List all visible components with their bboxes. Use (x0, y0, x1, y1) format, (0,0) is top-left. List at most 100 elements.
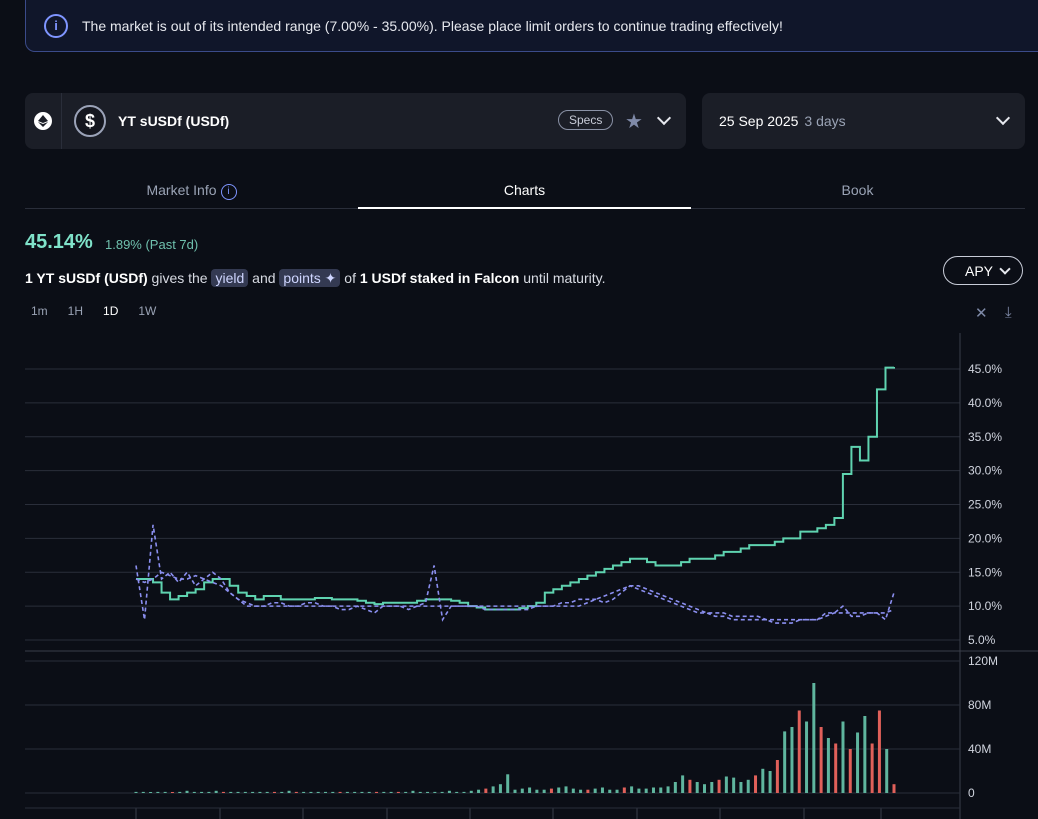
chevron-down-icon (999, 262, 1011, 275)
volume-bar (761, 768, 765, 793)
current-apy: 45.14% (25, 231, 93, 253)
volume-bar (710, 782, 714, 793)
volume-bar (280, 791, 284, 793)
y-tick-label: 5.0% (968, 633, 996, 647)
y-tick-label: 45.0% (968, 362, 1002, 376)
volume-bar (724, 776, 728, 793)
market-selector[interactable]: $ YT sUSDf (USDf) Specs ★ (25, 93, 686, 149)
metric-selector[interactable]: APY (943, 256, 1023, 285)
volume-bar (141, 791, 145, 793)
volume-bar (221, 791, 225, 793)
y-tick-label: 0 (968, 786, 975, 800)
interval-1w[interactable]: 1W (138, 304, 156, 318)
volume-bar (746, 779, 750, 793)
volume-bar (775, 760, 779, 793)
desc-underlying: 1 USDf staked in Falcon (359, 270, 520, 286)
y-tick-label: 120M (968, 654, 998, 668)
volume-bar (433, 791, 437, 793)
volume-bar (324, 791, 327, 793)
volume-bar (644, 788, 648, 793)
interval-1h[interactable]: 1H (68, 304, 83, 318)
interval-1m[interactable]: 1m (31, 304, 48, 318)
volume-bar (586, 789, 590, 793)
info-icon: i (44, 13, 68, 38)
market-tabs: Market Info i Charts Book (25, 176, 1025, 209)
volume-bar (440, 791, 444, 793)
volume-bar (703, 784, 706, 793)
volume-bar (637, 788, 641, 793)
y-tick-label: 40M (968, 742, 991, 756)
tab-market-info[interactable]: Market Info i (25, 176, 358, 207)
dollar-icon: $ (74, 105, 106, 137)
star-icon[interactable]: ★ (625, 109, 643, 134)
volume-bar (375, 791, 379, 793)
volume-bar (520, 788, 524, 793)
info-icon[interactable]: i (220, 184, 237, 200)
volume-bar (455, 791, 459, 793)
volume-bar (790, 727, 794, 793)
apy-change: 1.89% (Past 7d) (105, 237, 199, 252)
volume-bar (848, 749, 852, 793)
volume-bar (600, 787, 604, 793)
volume-bar (382, 791, 386, 793)
interval-selector: 1m 1H 1D 1W (25, 304, 170, 318)
volume-bar (630, 786, 634, 793)
tab-book[interactable]: Book (691, 176, 1024, 207)
maturity-selector[interactable]: 25 Sep 2025 3 days (702, 93, 1025, 149)
volume-bar (542, 789, 546, 793)
volume-bar (462, 791, 466, 793)
volume-bar (484, 788, 488, 793)
volume-bar (826, 738, 830, 793)
volume-bar (608, 789, 612, 793)
volume-bar (491, 786, 495, 793)
volume-bar (754, 775, 758, 793)
volume-bar (768, 771, 772, 793)
interval-1d[interactable]: 1D (103, 304, 118, 318)
specs-button[interactable]: Specs (558, 110, 614, 130)
volume-bar (200, 791, 204, 793)
volume-bar (506, 774, 510, 793)
volume-bar (659, 787, 663, 793)
volume-bar (863, 716, 867, 793)
desc-text: and (248, 270, 280, 286)
desc-text: of (340, 270, 360, 286)
volume-bar (877, 710, 881, 793)
volume-bar (163, 791, 167, 793)
volume-bar (272, 791, 276, 793)
ethereum-icon (25, 93, 62, 149)
volume-bar (870, 743, 874, 793)
chevron-down-icon[interactable] (656, 110, 672, 126)
volume-bar (805, 721, 809, 793)
points-pill[interactable]: points ✦ (279, 269, 341, 287)
market-description: 1 YT sUSDf (USDf) gives the yield and po… (25, 269, 606, 287)
volume-bar (469, 790, 473, 793)
volume-bar (178, 791, 182, 793)
volume-bar (251, 791, 255, 793)
yield-pill[interactable]: yield (211, 269, 249, 287)
volume-bar (892, 784, 896, 793)
volume-bar (593, 788, 597, 793)
volume-bar (243, 791, 247, 793)
volume-bar (207, 791, 211, 793)
volume-bar (819, 727, 823, 793)
y-tick-label: 20.0% (968, 531, 1002, 545)
volume-bar (498, 784, 502, 793)
volume-bar (404, 791, 408, 793)
tools-icon[interactable]: ✕ (975, 304, 988, 322)
volume-bar (389, 791, 393, 793)
volume-bar (331, 791, 335, 793)
volume-bar (666, 786, 670, 793)
points-label: points (283, 270, 321, 286)
volume-bar (353, 791, 357, 793)
download-icon[interactable]: ⤓ (1005, 304, 1012, 321)
volume-bar (579, 789, 583, 793)
volume-bar (695, 782, 699, 793)
banner-text: The market is out of its intended range … (82, 17, 783, 34)
tab-charts[interactable]: Charts (358, 176, 691, 209)
volume-bar (783, 731, 787, 793)
volume-bar (557, 787, 561, 793)
tab-label: Charts (503, 182, 546, 198)
market-name: YT sUSDf (USDf) (118, 113, 230, 129)
desc-text: until maturity. (519, 270, 606, 286)
chevron-down-icon[interactable] (995, 110, 1011, 126)
